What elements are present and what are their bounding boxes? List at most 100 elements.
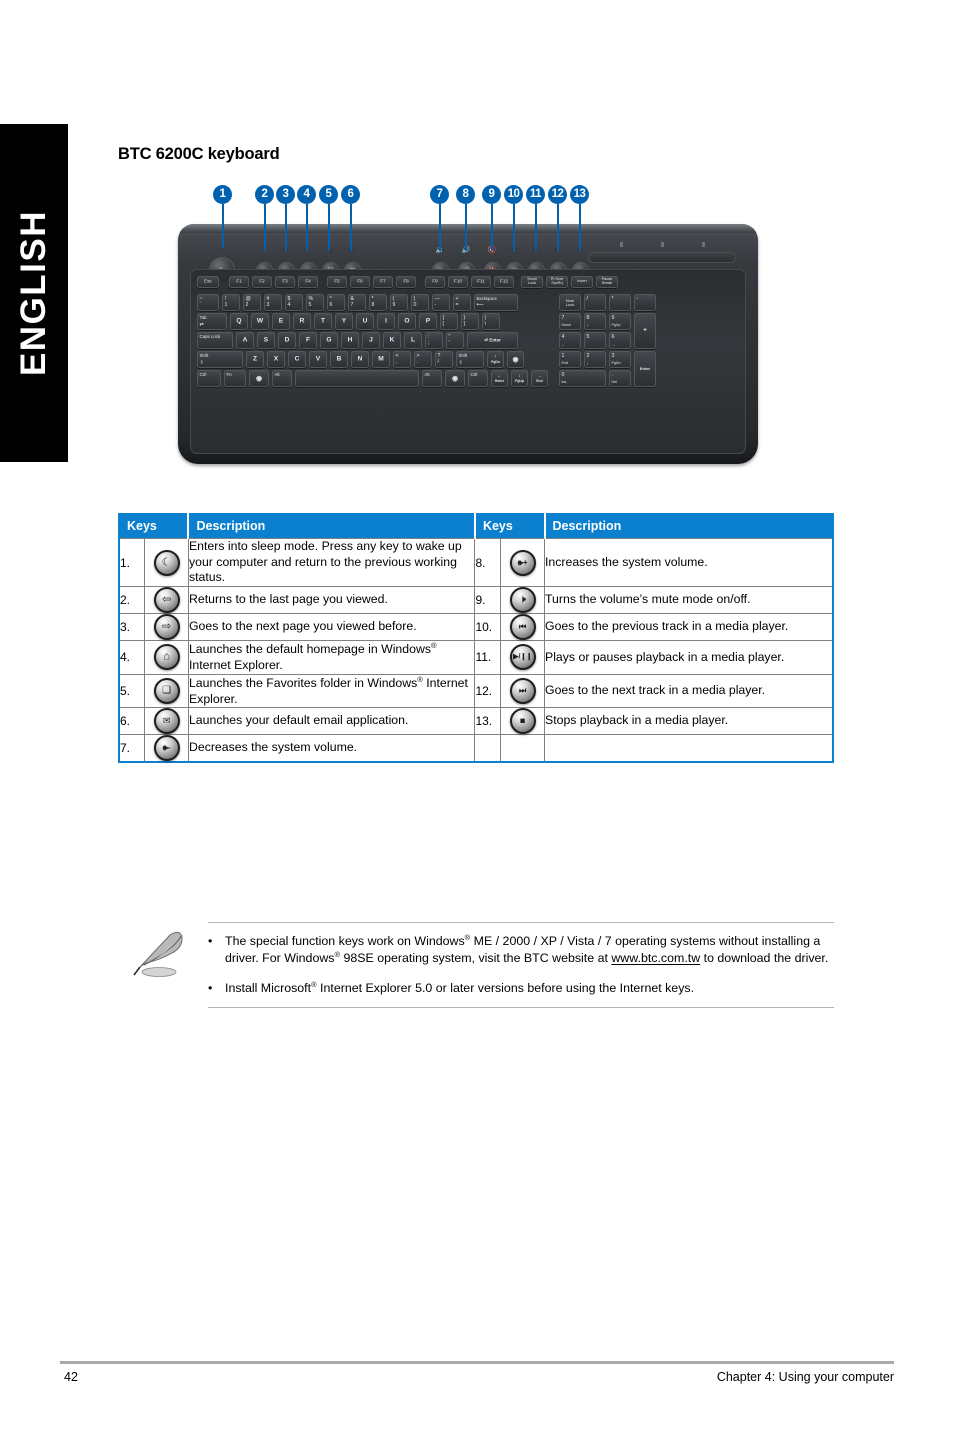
key-l[interactable]: L <box>404 332 422 349</box>
key-scroll-lock[interactable]: Scroll Lock <box>521 276 543 288</box>
key-arrow-left[interactable]: ← Home <box>491 370 508 387</box>
key-alt-left[interactable]: Alt <box>272 370 292 387</box>
key-print-screen[interactable]: Pt Scrn SysRq <box>546 276 568 288</box>
key-5[interactable]: % 5 <box>306 294 324 311</box>
key-windows-right[interactable]: ◉ <box>445 370 465 387</box>
key-7[interactable]: & 7 <box>348 294 366 311</box>
btc-website-link[interactable]: www.btc.com.tw <box>611 952 700 966</box>
key-9[interactable]: (9 <box>390 294 408 311</box>
key-numpad-5[interactable]: 5 <box>584 332 606 349</box>
key-numpad-multiply[interactable]: * <box>609 294 631 311</box>
key-f7[interactable]: F7 <box>373 276 393 288</box>
key-f6[interactable]: F6 <box>350 276 370 288</box>
key-backspace[interactable]: Backspace ⟵ <box>474 294 518 311</box>
key-a[interactable]: A <box>236 332 254 349</box>
key-slash[interactable]: ? / <box>435 351 453 368</box>
key-f8[interactable]: F8 <box>396 276 416 288</box>
key-m[interactable]: M <box>372 351 390 368</box>
key-enter[interactable]: ⏎ Enter <box>467 332 518 349</box>
key-f2[interactable]: F2 <box>252 276 272 288</box>
key-numpad-divide[interactable]: / <box>584 294 606 311</box>
key-backslash[interactable]: | \ <box>482 313 500 330</box>
key-numpad-2[interactable]: 2 ↓ <box>584 351 606 368</box>
key-8[interactable]: * 8 <box>369 294 387 311</box>
key-shift-left[interactable]: Shift ⇧ <box>197 351 243 368</box>
key-comma[interactable]: <, <box>393 351 411 368</box>
key-caps-lock[interactable]: Caps Lock <box>197 332 233 349</box>
key-quote[interactable]: " ' <box>446 332 464 349</box>
key-4[interactable]: $4 <box>285 294 303 311</box>
key-arrow-down[interactable]: ↓ PgUp <box>511 370 528 387</box>
key-0[interactable]: ) 0 <box>411 294 429 311</box>
key-fn[interactable]: Fn <box>224 370 246 387</box>
key-shift-right[interactable]: Shift ⇧ <box>456 351 484 368</box>
key-x[interactable]: X <box>267 351 285 368</box>
key-f9[interactable]: F9 <box>425 276 445 288</box>
key-numpad-minus[interactable]: - <box>634 294 656 311</box>
key-numpad-4[interactable]: 4 ← <box>559 332 581 349</box>
key-pause[interactable]: Pause Break <box>596 276 618 288</box>
key-space[interactable] <box>295 370 419 387</box>
key-semicolon[interactable]: :; <box>425 332 443 349</box>
key-numpad-3[interactable]: 3 PgDn <box>609 351 631 368</box>
key-w[interactable]: W <box>251 313 269 330</box>
key-k[interactable]: K <box>383 332 401 349</box>
key-esc[interactable]: Esc <box>197 276 219 288</box>
key-3[interactable]: #3 <box>264 294 282 311</box>
key-ctrl-right[interactable]: Ctrl <box>468 370 488 387</box>
key-t[interactable]: T <box>314 313 332 330</box>
key-power-button[interactable]: ◉ <box>507 351 524 368</box>
key-period[interactable]: >. <box>414 351 432 368</box>
key-numpad-6[interactable]: 6 → <box>609 332 631 349</box>
key-1[interactable]: ! 1 <box>222 294 240 311</box>
key-f11[interactable]: F11 <box>471 276 491 288</box>
key-q[interactable]: Q <box>230 313 248 330</box>
key-tab[interactable]: Tab ⇄ <box>197 313 227 330</box>
key-c[interactable]: C <box>288 351 306 368</box>
key-numpad-9[interactable]: 9 PgUp <box>609 313 631 330</box>
key-j[interactable]: J <box>362 332 380 349</box>
key-o[interactable]: O <box>398 313 416 330</box>
key-backtick[interactable]: ~ ` <box>197 294 219 311</box>
key-u[interactable]: U <box>356 313 374 330</box>
key-ctrl-left[interactable]: Ctrl <box>197 370 221 387</box>
key-numpad-8[interactable]: 8 ↑ <box>584 313 606 330</box>
key-arrow-up[interactable]: ↑ PgDn <box>487 351 504 368</box>
key-y[interactable]: Y <box>335 313 353 330</box>
key-f3[interactable]: F3 <box>275 276 295 288</box>
key-g[interactable]: G <box>320 332 338 349</box>
key-b[interactable]: B <box>330 351 348 368</box>
key-e[interactable]: E <box>272 313 290 330</box>
key-6[interactable]: ^ 6 <box>327 294 345 311</box>
key-numpad-0[interactable]: 0 Ins <box>559 370 606 387</box>
key-r[interactable]: R <box>293 313 311 330</box>
key-bracket-right[interactable]: }] <box>461 313 479 330</box>
key-numpad-plus[interactable]: + <box>634 313 656 349</box>
key-h[interactable]: H <box>341 332 359 349</box>
key-f5[interactable]: F5 <box>327 276 347 288</box>
key-num-lock[interactable]: Num Lock <box>559 294 581 311</box>
key-equals[interactable]: + = <box>453 294 471 311</box>
key-minus[interactable]: — - <box>432 294 450 311</box>
key-n[interactable]: N <box>351 351 369 368</box>
key-numpad-7[interactable]: 7 Home <box>559 313 581 330</box>
key-f12[interactable]: F12 <box>494 276 514 288</box>
key-bracket-left[interactable]: {[ <box>440 313 458 330</box>
key-f[interactable]: F <box>299 332 317 349</box>
key-f1[interactable]: F1 <box>229 276 249 288</box>
key-f10[interactable]: F10 <box>448 276 468 288</box>
key-windows-left[interactable]: ◉ <box>249 370 269 387</box>
key-p[interactable]: P <box>419 313 437 330</box>
key-numpad-enter[interactable]: Enter <box>634 351 656 387</box>
key-2[interactable]: @2 <box>243 294 261 311</box>
key-i[interactable]: I <box>377 313 395 330</box>
key-v[interactable]: V <box>309 351 327 368</box>
key-d[interactable]: D <box>278 332 296 349</box>
key-s[interactable]: S <box>257 332 275 349</box>
key-numpad-dot[interactable]: . Del <box>609 370 631 387</box>
key-numpad-1[interactable]: 1 End <box>559 351 581 368</box>
key-arrow-right[interactable]: → End <box>531 370 548 387</box>
key-f4[interactable]: F4 <box>298 276 318 288</box>
key-insert[interactable]: Insert <box>571 276 593 288</box>
key-z[interactable]: Z <box>246 351 264 368</box>
